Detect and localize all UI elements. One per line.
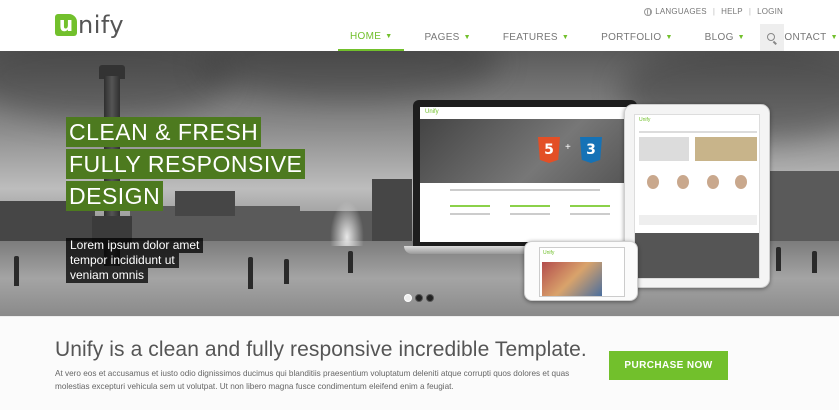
- search-icon: [767, 32, 775, 41]
- pedestrian: [348, 251, 353, 273]
- topbar-divider: |: [748, 7, 752, 16]
- languages-link[interactable]: LANGUAGES: [655, 7, 707, 16]
- purchase-now-button[interactable]: PURCHASE NOW: [609, 351, 728, 380]
- laptop-feature-line: [570, 205, 610, 207]
- laptop-text-line: [450, 213, 490, 215]
- caret-down-icon: ▼: [385, 33, 393, 40]
- nav-item-portfolio[interactable]: PORTFOLIO ▼: [589, 24, 685, 51]
- pedestrian: [776, 247, 781, 271]
- header: u nify LANGUAGES | HELP | LOGIN HOME ▼ PA…: [0, 0, 839, 51]
- tablet-image: [695, 137, 757, 161]
- topbar: LANGUAGES | HELP | LOGIN: [644, 7, 783, 16]
- caret-down-icon: ▼: [561, 34, 570, 41]
- laptop-logo: Unify: [425, 109, 439, 115]
- tablet-logos-strip: [639, 215, 757, 225]
- slider-dot[interactable]: [404, 294, 412, 302]
- slide-subcaption-line: tempor incididunt ut: [66, 253, 179, 268]
- nav-item-pages[interactable]: PAGES ▼: [412, 24, 482, 51]
- slider-pagination: [404, 294, 434, 302]
- nav-item-label: FEATURES: [502, 32, 558, 43]
- phone-screen: Unify: [539, 247, 625, 297]
- nav-item-label: BLOG: [704, 32, 734, 43]
- pedestrian: [284, 259, 289, 284]
- logo-mark: u: [55, 14, 77, 36]
- caret-down-icon: ▼: [665, 34, 673, 41]
- nav-item-label: PORTFOLIO: [601, 32, 662, 43]
- laptop-text-line: [570, 213, 610, 215]
- laptop-feature-line: [450, 205, 490, 207]
- slide-subcaption-line: veniam omnis: [66, 268, 149, 283]
- tablet-mockup: Unify: [624, 104, 770, 288]
- tablet-team-photo: [707, 175, 719, 189]
- laptop-text-line: [510, 213, 550, 215]
- purchase-text: At vero eos et accusamus et iusto odio d…: [55, 369, 570, 391]
- slider-dot[interactable]: [426, 294, 434, 302]
- pedestrian: [14, 256, 19, 286]
- purchase-block: Unify is a clean and fully responsive in…: [0, 316, 839, 410]
- nav-item-blog[interactable]: BLOG ▼: [693, 24, 757, 51]
- tablet-footer: [635, 233, 759, 278]
- nav-item-home[interactable]: HOME ▼: [338, 24, 405, 51]
- hero-slider: CLEAN & FRESH FULLY RESPONSIVE DESIGN Lo…: [0, 51, 839, 316]
- tablet-team-photo: [735, 175, 747, 189]
- laptop-text-line: [450, 189, 600, 191]
- nav-item-label: CONTACT: [776, 32, 827, 43]
- slide-subcaption-line: Lorem ipsum dolor amet: [66, 238, 204, 253]
- css3-icon: 3: [580, 137, 602, 163]
- html5-icon: 5: [538, 137, 560, 163]
- phone-photo: [542, 262, 602, 296]
- nav-item-label: HOME: [350, 31, 382, 42]
- logo-text: nify: [78, 11, 125, 39]
- laptop-screen: Unify 5 + 3: [420, 107, 630, 242]
- globe-icon: [644, 7, 653, 16]
- phone-mockup: Unify: [524, 241, 638, 301]
- phone-logo: Unify: [543, 250, 555, 256]
- plus-icon: +: [565, 142, 571, 153]
- caret-down-icon: ▼: [463, 34, 471, 41]
- tablet-team-photo: [647, 175, 659, 189]
- pedestrian: [248, 257, 253, 289]
- slide-caption-line: DESIGN: [66, 181, 164, 211]
- topbar-divider: |: [712, 7, 716, 16]
- tablet-text-block: [639, 137, 689, 161]
- nav-item-features[interactable]: FEATURES ▼: [491, 24, 581, 51]
- login-link[interactable]: LOGIN: [757, 7, 783, 16]
- help-link[interactable]: HELP: [721, 7, 743, 16]
- search-button[interactable]: [760, 24, 784, 51]
- fountain: [330, 201, 364, 246]
- slide-caption-line: FULLY RESPONSIVE: [66, 149, 306, 179]
- caret-down-icon: ▼: [830, 34, 838, 41]
- tablet-screen: Unify: [634, 114, 760, 279]
- laptop-mockup: Unify 5 + 3: [413, 100, 637, 246]
- background-building: [765, 171, 839, 251]
- background-cloud: [200, 51, 500, 101]
- laptop-feature-line: [510, 205, 550, 207]
- nav-item-label: PAGES: [424, 32, 460, 43]
- tablet-team-photo: [677, 175, 689, 189]
- purchase-title: Unify is a clean and fully responsive in…: [55, 338, 587, 361]
- logo[interactable]: u nify: [55, 11, 125, 39]
- slider-dot[interactable]: [415, 294, 423, 302]
- slide-caption-line: CLEAN & FRESH: [66, 117, 262, 147]
- caret-down-icon: ▼: [737, 34, 745, 41]
- tablet-text-line: [639, 131, 757, 133]
- pedestrian: [812, 251, 817, 273]
- tablet-logo: Unify: [639, 117, 651, 123]
- background-building: [372, 179, 412, 249]
- background-building: [175, 191, 235, 216]
